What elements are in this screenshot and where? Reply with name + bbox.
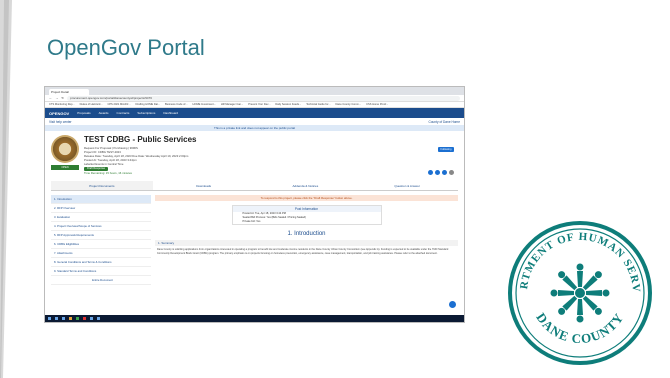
tab-qa[interactable]: Question & Answer bbox=[356, 181, 458, 190]
nav-proposals[interactable]: Proposals bbox=[77, 111, 90, 115]
address-bar: ← → ↻ procurement.opengov.com/portal/dan… bbox=[45, 95, 464, 102]
opengov-logo[interactable]: OPENGOV bbox=[49, 111, 69, 116]
tab-downloads[interactable]: Downloads bbox=[153, 181, 255, 190]
logo-figures-icon bbox=[550, 263, 610, 323]
toc-item[interactable]: 1. Introduction bbox=[51, 195, 151, 204]
facebook-icon[interactable] bbox=[428, 170, 433, 175]
nav-awards[interactable]: Awards bbox=[99, 111, 109, 115]
portal-screenshot: Project Detail ← → ↻ procurement.opengov… bbox=[44, 86, 465, 323]
toc-item[interactable]: 2. RFP Overview bbox=[51, 204, 151, 213]
table-of-contents: 1. Introduction 2. RFP Overview 3. Evalu… bbox=[51, 195, 151, 285]
project-header: OPEN TEST CDBG - Public Services Request… bbox=[45, 131, 464, 181]
share-icons bbox=[428, 170, 454, 175]
status-badge-label: OPEN bbox=[61, 166, 69, 169]
response-alert: To respond to this project, please click… bbox=[155, 195, 458, 201]
nav-contracts[interactable]: Contracts bbox=[117, 111, 130, 115]
bookmark[interactable]: HR Manager Can... bbox=[221, 103, 243, 106]
url-field[interactable]: procurement.opengov.com/portal/danecount… bbox=[67, 95, 460, 101]
explorer-icon[interactable] bbox=[69, 317, 72, 320]
chat-icon[interactable] bbox=[449, 301, 456, 308]
county-home-link[interactable]: County of Dane Home bbox=[428, 120, 460, 124]
tab-addenda[interactable]: Addenda & Notices bbox=[255, 181, 357, 190]
reload-icon[interactable]: ↻ bbox=[61, 96, 64, 100]
time-remaining: Time Remaining: 15 hours, 16 minutes bbox=[84, 171, 132, 175]
toc-entire-document[interactable]: Entire Document bbox=[51, 276, 151, 285]
county-seal-icon bbox=[51, 135, 79, 163]
linkedin-icon[interactable] bbox=[442, 170, 447, 175]
bookmark[interactable]: HOME Investment... bbox=[193, 103, 216, 106]
follow-button[interactable]: Following bbox=[438, 147, 454, 152]
help-center-link[interactable]: Visit help center bbox=[49, 120, 72, 124]
bookmark[interactable]: Daily Session Feeds... bbox=[275, 103, 301, 106]
project-title: TEST CDBG - Public Services bbox=[84, 135, 197, 144]
dane-county-human-services-logo: DEPARTMENT OF HUMAN SERVICES DANE COUNTY bbox=[505, 215, 652, 365]
section-title: 1. Introduction bbox=[287, 231, 326, 237]
chrome-icon[interactable] bbox=[76, 317, 79, 320]
content-area: 1. Introduction 2. RFP Overview 3. Evalu… bbox=[45, 191, 464, 289]
status-badge: OPEN bbox=[51, 165, 79, 170]
slide-title: OpenGov Portal bbox=[47, 35, 205, 60]
email-icon[interactable] bbox=[449, 170, 454, 175]
toc-item[interactable]: 7. Attachments bbox=[51, 249, 151, 258]
project-info: TEST CDBG - Public Services Request For … bbox=[84, 135, 458, 177]
post-information: Post Information Posted At: Tue, Apr 18,… bbox=[231, 205, 382, 225]
nav-dashboard[interactable]: Dashboard bbox=[163, 111, 178, 115]
toc-item[interactable]: 8. General Conditions and Terms & Condit… bbox=[51, 258, 151, 267]
subnav: Visit help center County of Dane Home bbox=[45, 118, 464, 125]
forward-icon[interactable]: → bbox=[55, 96, 58, 100]
document-main: To respond to this project, please click… bbox=[155, 195, 458, 285]
summary-paragraph: Dane County is soliciting applications f… bbox=[157, 248, 449, 255]
opengov-navbar: OPENGOV Proposals Awards Contracts Subsc… bbox=[45, 108, 464, 118]
bookmark[interactable]: CPS 2021 MindOr... bbox=[107, 103, 130, 106]
taskview-icon[interactable] bbox=[62, 317, 65, 320]
post-info-row: Private bid: Yes bbox=[242, 220, 261, 223]
bookmark[interactable]: CSS Home Proof... bbox=[366, 103, 388, 106]
browser-tab[interactable]: Project Detail bbox=[49, 89, 89, 95]
toc-item[interactable]: 4. Project Overview/Scope of Services bbox=[51, 222, 151, 231]
outlook-icon[interactable] bbox=[90, 317, 93, 320]
browser-tabbar: Project Detail bbox=[45, 87, 464, 95]
teams-icon[interactable] bbox=[97, 317, 100, 320]
bookmark[interactable]: Technical Guide for... bbox=[306, 103, 330, 106]
bookmark[interactable]: Drafting HOME Dat... bbox=[136, 103, 161, 106]
bookmark[interactable]: Business Code of... bbox=[165, 103, 188, 106]
toc-item[interactable]: 9. Standard Terms and Conditions bbox=[51, 267, 151, 276]
windows-taskbar bbox=[45, 315, 464, 322]
start-icon[interactable] bbox=[48, 317, 51, 320]
bookmark[interactable]: Prevent Your Dev... bbox=[248, 103, 270, 106]
slide: OpenGov Portal Project Detail ← → ↻ proc… bbox=[0, 0, 670, 378]
toc-item[interactable]: 3. Evaluation bbox=[51, 213, 151, 222]
toc-item[interactable]: 6. CDBG Eligibilities bbox=[51, 240, 151, 249]
bookmark[interactable]: Dukes of Hazzard... bbox=[80, 103, 103, 106]
back-icon[interactable]: ← bbox=[49, 96, 52, 100]
bookmark[interactable]: CTS Monitoring Rep... bbox=[49, 103, 75, 106]
search-icon[interactable] bbox=[55, 317, 58, 320]
app-icon[interactable] bbox=[83, 317, 86, 320]
tab-project-documents[interactable]: Project Documents bbox=[51, 181, 153, 190]
slide-left-decoration bbox=[0, 0, 12, 378]
document-tabs: Project Documents Downloads Addenda & No… bbox=[51, 181, 458, 191]
twitter-icon[interactable] bbox=[435, 170, 440, 175]
nav-subscriptions[interactable]: Subscriptions bbox=[137, 111, 155, 115]
toc-item[interactable]: 5. RFP Approvals Requirements bbox=[51, 231, 151, 240]
bookmark[interactable]: Dane County Comm... bbox=[335, 103, 361, 106]
